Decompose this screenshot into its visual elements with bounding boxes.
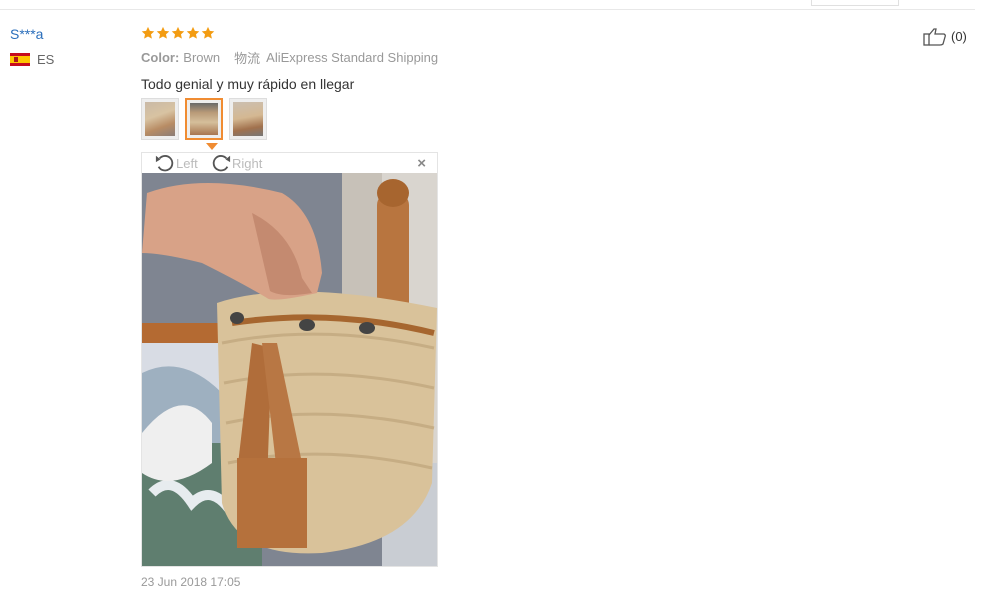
country-code: ES [37,52,55,67]
rotate-right-label: Right [232,155,263,171]
rotate-left-button[interactable]: Left [154,153,198,173]
star-rating [141,26,438,41]
reviewer-country: ES [10,52,54,67]
helpful-like-button[interactable]: (0) [923,26,967,46]
star-icon [171,26,185,39]
color-label: Color: [141,50,180,65]
shipping-label: 物流 [234,51,261,66]
top-divider [0,9,975,10]
rotate-left-icon [155,155,174,172]
review-photo-thumbnails [141,98,267,140]
like-count: (0) [951,28,967,44]
photo-thumbnail[interactable] [141,98,179,140]
reviewer-info: S***a ES [10,26,54,67]
photo-viewer: Left Right × [141,152,438,567]
shipping-value: AliExpress Standard Shipping [266,50,439,65]
star-icon [186,26,200,39]
thumbs-up-icon [923,28,946,46]
review-body: Color: Brown 物流 AliExpress Standard Ship… [141,26,438,92]
spain-flag-icon [10,53,30,66]
photo-thumbnail-active[interactable] [185,98,223,140]
review-date: 23 Jun 2018 17:05 [141,575,241,589]
rotate-right-icon [212,155,231,172]
review-comment: Todo genial y muy rápido en llegar [141,76,355,92]
active-thumbnail-pointer [206,143,218,150]
star-icon [141,26,155,39]
color-value: Brown [183,50,221,65]
viewer-toolbar: Left Right × [142,153,437,173]
rotate-left-label: Left [176,155,198,171]
top-tab-edge [811,0,899,6]
star-icon [156,26,170,39]
photo-thumbnail[interactable] [229,98,267,140]
reviewer-name[interactable]: S***a [10,26,54,42]
star-icon [201,26,215,39]
close-viewer-button[interactable]: × [417,155,426,172]
review-photo [142,173,437,566]
rotate-right-button[interactable]: Right [210,153,262,173]
bag-photo-image [142,173,437,566]
order-info: Color: Brown 物流 AliExpress Standard Ship… [141,48,438,67]
